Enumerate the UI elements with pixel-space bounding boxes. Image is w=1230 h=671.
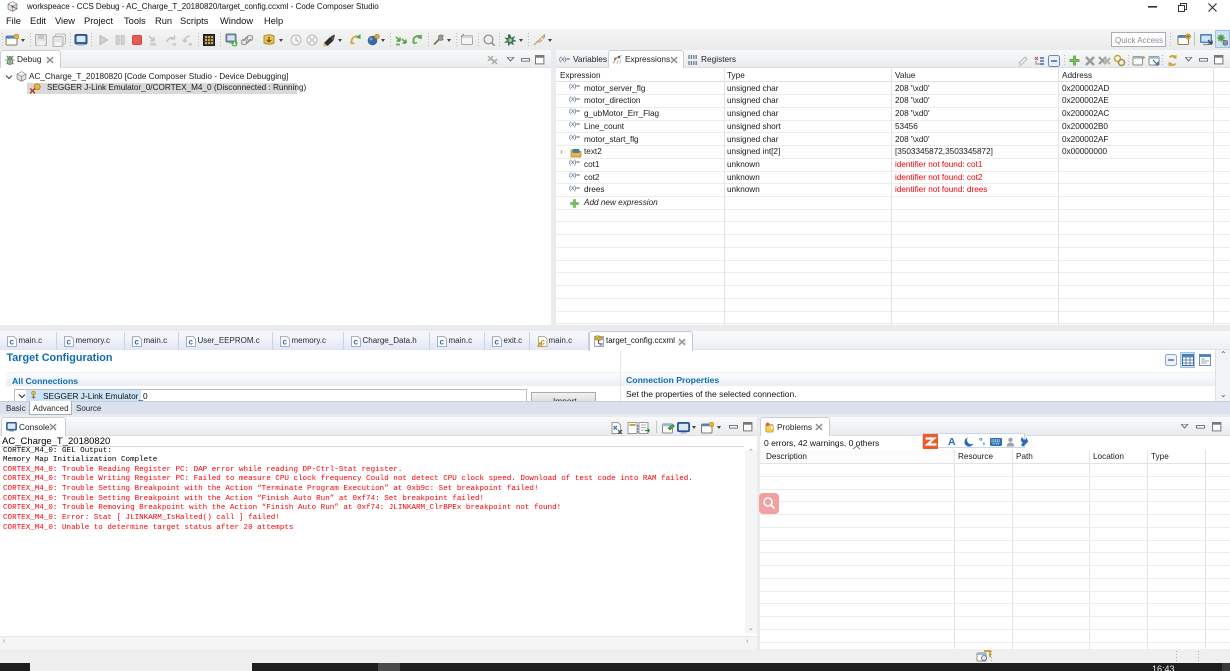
svg-text:c: c <box>440 338 445 347</box>
svg-text:c: c <box>189 338 194 347</box>
svg-text:c: c <box>10 338 15 347</box>
svg-text:c: c <box>67 338 72 347</box>
svg-text:c: c <box>283 338 288 347</box>
svg-text:c: c <box>135 338 140 347</box>
svg-text:c: c <box>495 338 500 347</box>
svg-text:c: c <box>354 338 359 347</box>
